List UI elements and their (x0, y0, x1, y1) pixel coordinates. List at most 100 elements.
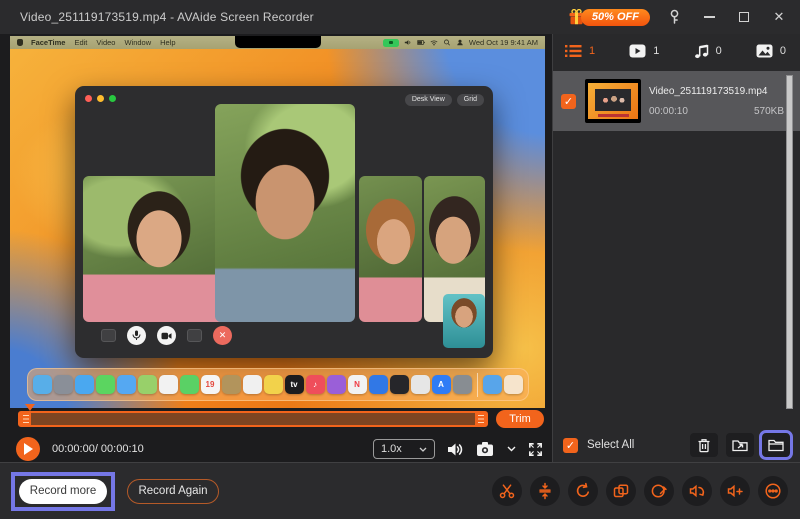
tab-recording-list[interactable]: 1 (565, 44, 595, 58)
maximize-button[interactable] (733, 6, 755, 28)
facetime-call-controls: ✕ (101, 326, 232, 345)
snapshot-options-chevron[interactable] (507, 446, 516, 452)
facetime-participant-1 (83, 176, 235, 322)
volume-button[interactable] (446, 441, 465, 458)
promo-offer-button[interactable]: 50% OFF (568, 8, 650, 26)
export-button[interactable] (726, 433, 754, 457)
trim-button[interactable]: Trim (496, 410, 544, 428)
chevron-down-icon (419, 447, 427, 452)
delete-button[interactable] (690, 433, 718, 457)
sidebar-toggle-icon (101, 329, 116, 342)
tab-video[interactable]: 1 (629, 44, 659, 58)
dock-glyph-app-store: A (438, 380, 444, 389)
speed-value: 1.0x (381, 443, 402, 455)
snapshot-button[interactable] (476, 441, 496, 457)
dock-glyph-apple-tv: tv (290, 380, 298, 389)
macos-dock: 19 tv ♪ N A (26, 368, 529, 401)
recordings-sidebar: 1 1 0 0 ✓ Video_251119173519.mp4 00:00:1… (552, 34, 800, 462)
maximize-icon (739, 12, 749, 22)
file-size: 570KB (753, 105, 784, 117)
volume-boost-action-button[interactable] (720, 476, 750, 506)
folder-icon (768, 439, 784, 452)
trim-end-handle[interactable] (475, 413, 486, 425)
convert-action-button[interactable] (568, 476, 598, 506)
minimize-traffic-icon (97, 95, 104, 102)
menubar-item-window: Window (124, 38, 152, 47)
grid-button: Grid (456, 94, 484, 106)
merge-action-button[interactable] (530, 476, 560, 506)
select-all-checkbox[interactable]: ✓ (563, 437, 578, 453)
dock-icon-photo-booth (368, 375, 388, 394)
record-more-button[interactable]: Record more (19, 478, 107, 504)
dock-icon-messages (95, 375, 115, 394)
speed-edit-action-button[interactable] (644, 476, 674, 506)
music-note-icon (694, 44, 708, 58)
select-all-label: Select All (587, 439, 635, 451)
tab-image[interactable]: 0 (756, 44, 786, 58)
image-count: 0 (779, 45, 786, 57)
edit-speed-icon (651, 484, 667, 498)
open-folder-button[interactable] (759, 430, 793, 460)
close-button[interactable]: ✕ (768, 6, 790, 28)
more-actions-button[interactable] (758, 476, 788, 506)
recorded-macos-menubar: FaceTime Edit Video Window Help Wed Oct 19 9… (10, 36, 545, 49)
menubar-status-area: Wed Oct 19 9:41 AM (382, 38, 538, 47)
dock-icon-downloads (482, 375, 502, 394)
dock-icon-notes (263, 375, 283, 394)
menubar-left: FaceTime Edit Video Window Help (17, 38, 176, 47)
time-display: 00:00:00/ 00:00:10 (52, 443, 144, 455)
trim-action-button[interactable] (492, 476, 522, 506)
dock-icon-trash (503, 375, 523, 394)
play-button[interactable] (16, 437, 40, 461)
audio-convert-action-button[interactable] (682, 476, 712, 506)
video-tab-icon (629, 44, 646, 58)
more-icon (765, 483, 781, 499)
merge-icon (539, 482, 551, 500)
menubar-clock: Wed Oct 19 9:41 AM (468, 38, 538, 47)
record-again-button[interactable]: Record Again (127, 478, 219, 504)
minimize-icon (703, 16, 715, 18)
dock-icon-reminders (242, 375, 262, 394)
audio-convert-icon (689, 484, 705, 498)
volume-plus-icon (727, 484, 743, 498)
menubar-item-edit: Edit (74, 38, 88, 47)
dock-icon-podcasts (326, 375, 346, 394)
list-icon (565, 45, 582, 57)
tab-audio[interactable]: 0 (694, 44, 722, 59)
recording-list-item[interactable]: ✓ Video_251119173519.mp4 00:00:10 570KB (553, 71, 800, 131)
editing-actions (492, 476, 788, 506)
facetime-participant-3 (359, 176, 422, 322)
trim-start-handle[interactable] (20, 413, 31, 425)
copy-icon (613, 484, 629, 498)
facetime-participant-2 (215, 104, 355, 322)
dock-glyph-news: N (354, 380, 360, 389)
dock-glyph-music: ♪ (313, 380, 317, 389)
minimize-button[interactable] (698, 6, 720, 28)
activation-key-icon[interactable] (663, 6, 685, 28)
fullscreen-button[interactable] (527, 441, 544, 458)
dock-icon-notes-folder (221, 375, 241, 394)
trim-timeline[interactable] (18, 411, 488, 427)
dock-icon-calendar: 19 (200, 375, 220, 394)
image-tab-icon (756, 44, 773, 58)
dock-icon-textedit (410, 375, 430, 394)
video-preview[interactable]: FaceTime Edit Video Window Help Wed Oct 19 9… (10, 36, 545, 408)
volume-icon (404, 40, 411, 45)
dock-icon-news: N (347, 375, 367, 394)
camera-notch (234, 36, 321, 48)
timeline-selected-range[interactable] (31, 413, 475, 425)
window-title: Video_251119173519.mp4 - AVAide Screen R… (20, 10, 314, 24)
file-checkbox[interactable]: ✓ (561, 93, 576, 109)
end-call-icon: ✕ (213, 326, 232, 345)
dock-icon-photos (158, 375, 178, 394)
menubar-item-facetime: FaceTime (31, 38, 66, 47)
speed-select[interactable]: 1.0x (373, 439, 435, 459)
dock-icon-apple-tv: tv (284, 375, 304, 394)
duplicate-action-button[interactable] (606, 476, 636, 506)
folder-export-icon (732, 440, 748, 452)
mic-icon (127, 326, 146, 345)
recording-count: 1 (589, 45, 596, 57)
sidebar-scrollbar[interactable] (786, 75, 793, 409)
close-icon: ✕ (773, 9, 785, 24)
trash-icon (698, 438, 710, 452)
